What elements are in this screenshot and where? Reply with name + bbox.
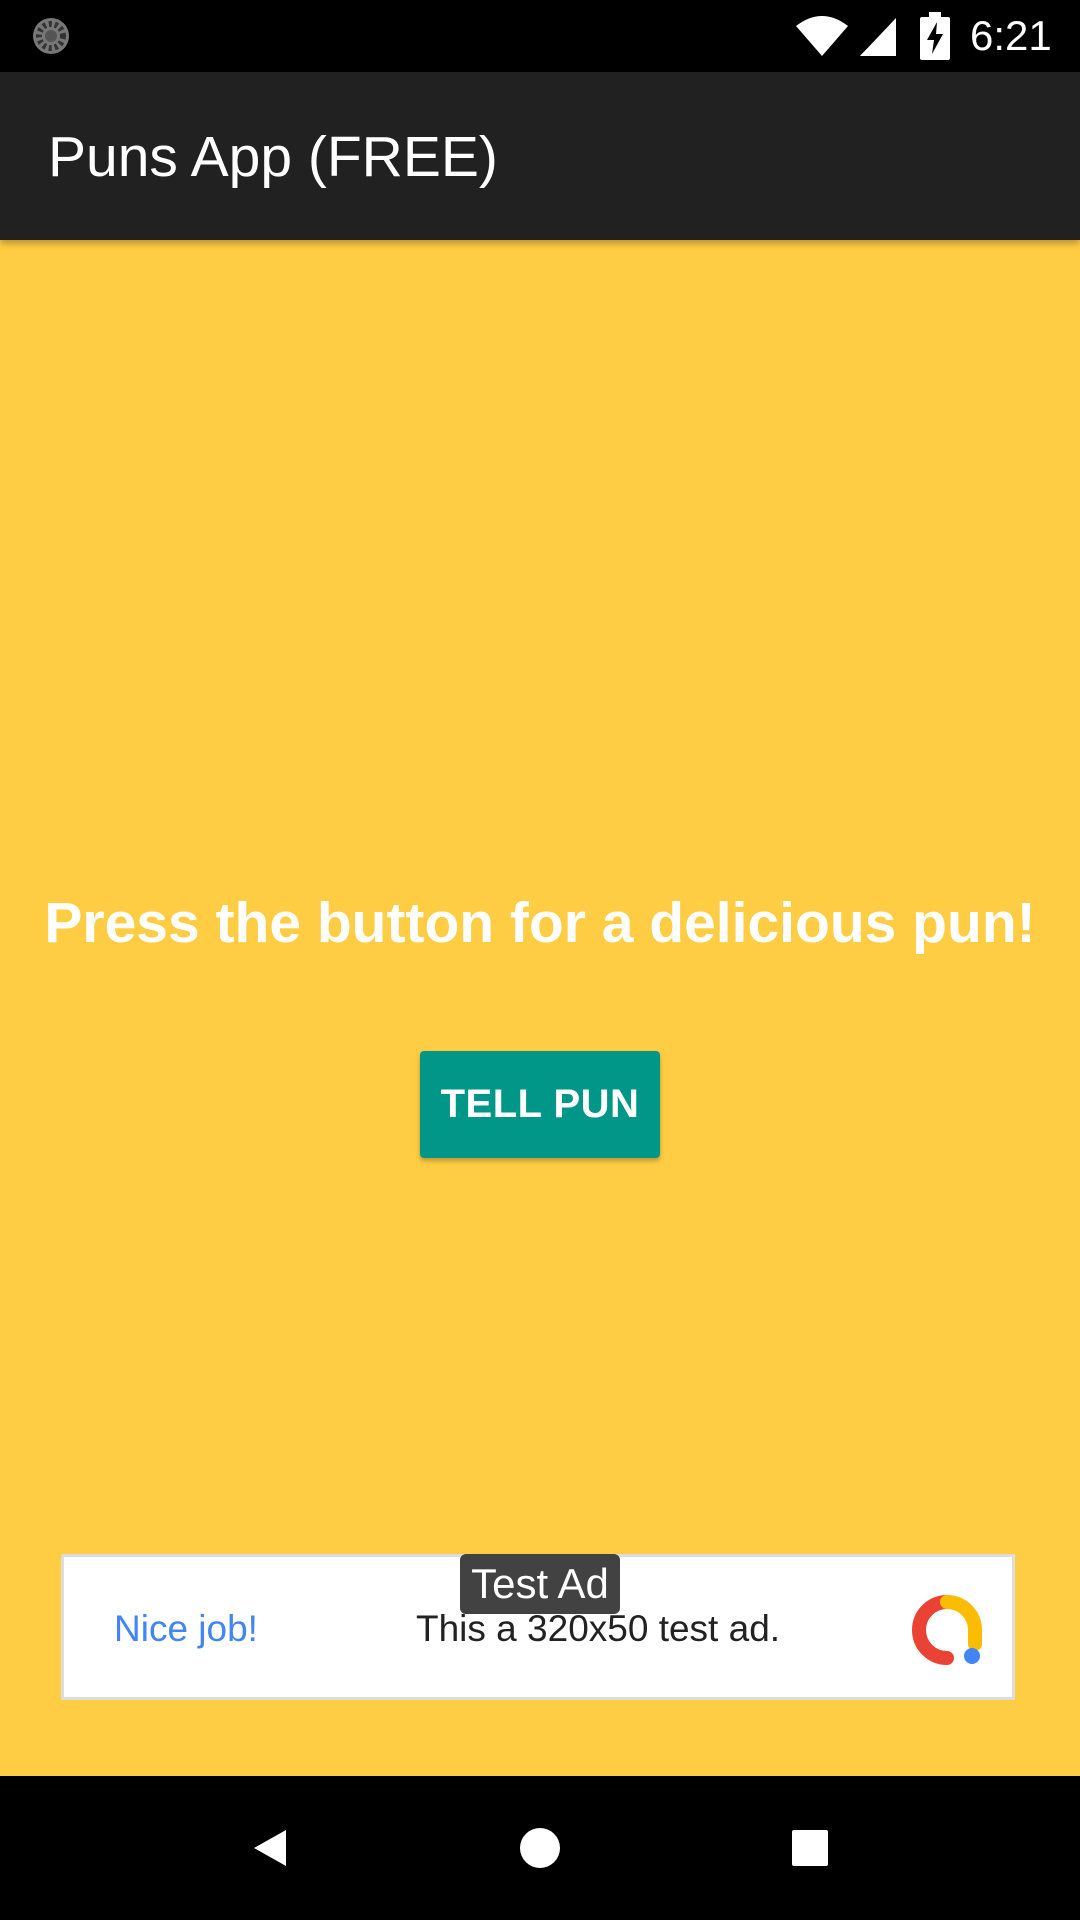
cell-signal-icon [860, 18, 896, 56]
status-time: 6:21 [970, 12, 1052, 59]
home-icon[interactable] [516, 1824, 564, 1872]
admob-logo-icon [912, 1595, 982, 1665]
app-title: Puns App (FREE) [48, 125, 498, 189]
test-ad-label: Test Ad [460, 1554, 620, 1614]
pun-prompt-text: Press the button for a delicious pun! [44, 891, 1036, 955]
ad-headline: Nice job! [114, 1608, 258, 1649]
recents-icon[interactable] [786, 1824, 834, 1872]
back-icon[interactable] [246, 1824, 294, 1872]
notification-loader-icon [33, 18, 69, 54]
wifi-icon [796, 16, 848, 56]
tell-pun-button[interactable]: TELL PUN [420, 1051, 660, 1158]
navigation-bar [0, 1776, 1080, 1920]
status-bar: 6:21 [0, 0, 1080, 72]
app-screen: 6:21 Puns App (FREE) Press the button fo… [0, 0, 1080, 1920]
battery-charging-icon [920, 12, 950, 60]
app-bar: Puns App (FREE) [0, 72, 1080, 240]
